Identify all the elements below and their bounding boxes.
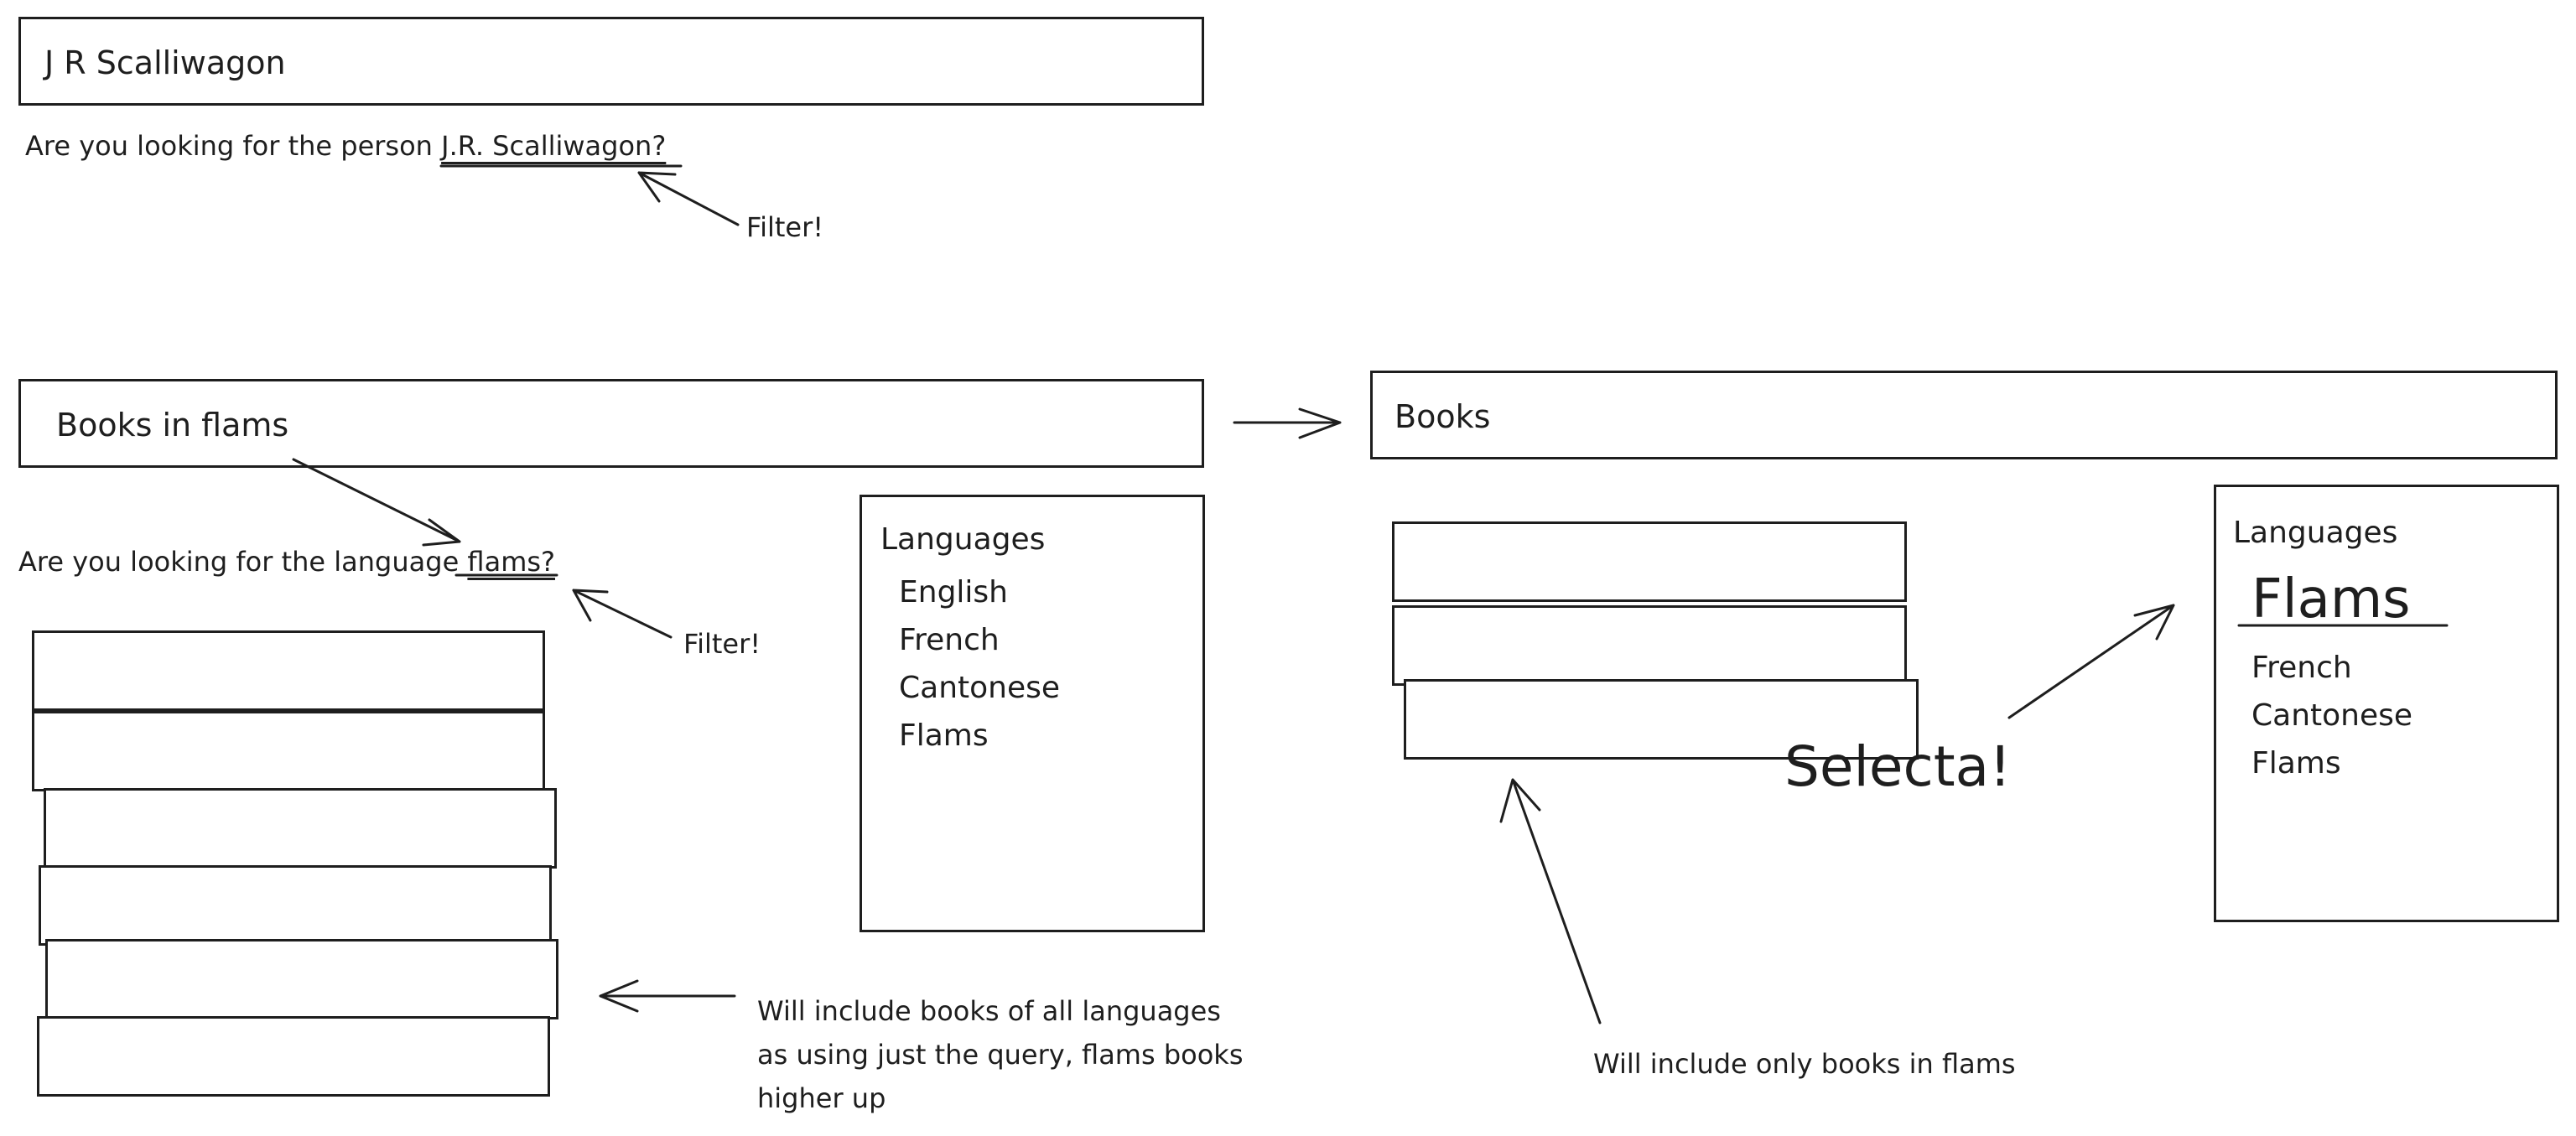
search-flow-arrow <box>1233 407 1342 439</box>
left-filter-arrow <box>572 589 673 639</box>
right-results-arrow <box>1499 778 1602 1024</box>
left-results-arrow <box>599 979 736 1013</box>
person-filter-arrow <box>637 171 740 226</box>
query-to-suggestion-arrow <box>292 458 461 547</box>
annotation-arrows <box>292 164 2449 1024</box>
select-to-panel-arrow <box>2007 604 2175 719</box>
